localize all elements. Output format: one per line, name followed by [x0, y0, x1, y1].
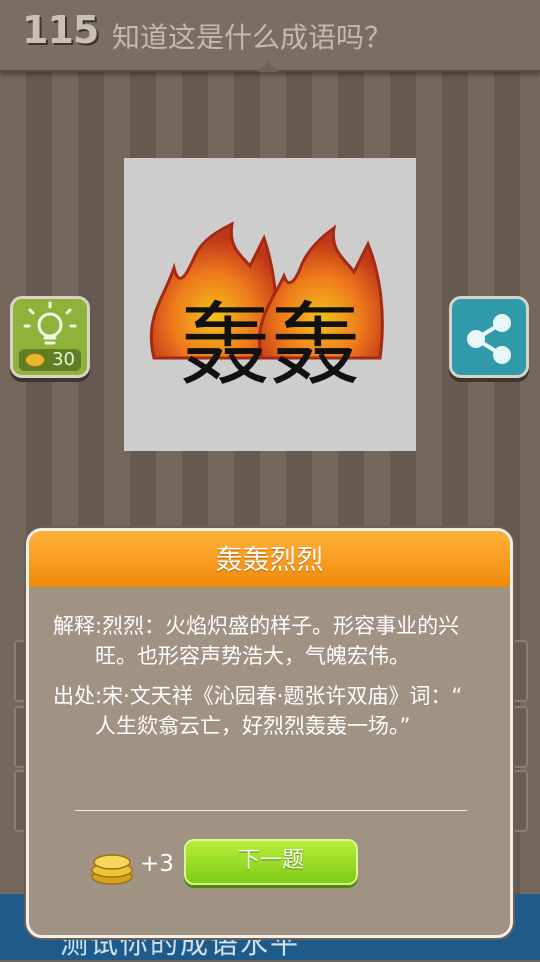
- question-title: 知道这是什么成语吗？: [112, 21, 393, 54]
- hint-cost-badge: 30: [19, 349, 81, 371]
- puzzle-image: 轰轰: [124, 158, 416, 451]
- explanation-line: 解释:烈烈：火焰炽盛的样子。形容事业的兴: [53, 614, 460, 638]
- fire-picture: 轰轰: [149, 221, 384, 398]
- share-icon: [467, 314, 511, 364]
- answer-dialog: 轰轰烈烈 解释:烈烈：火焰炽盛的样子。形容事业的兴 旺。也形容声势浩大，气魄宏伟…: [26, 528, 513, 938]
- coins-icon: [91, 854, 133, 885]
- explanation: 解释:烈烈：火焰炽盛的样子。形容事业的兴 旺。也形容声势浩大，气魄宏伟。: [53, 611, 493, 671]
- source-quote: 出处:宋·文天祥《沁园春·题张许双庙》词：“ 人生欻翕云亡，好烈烈轰轰一场。”: [53, 681, 493, 741]
- hint-cost-value: 30: [52, 349, 75, 370]
- coin-icon: [25, 353, 45, 367]
- level-number: 115: [22, 8, 99, 52]
- divider: [75, 810, 467, 811]
- hint-button[interactable]: 30: [10, 296, 90, 378]
- share-button[interactable]: [449, 296, 529, 378]
- explanation-line: 旺。也形容声势浩大，气魄宏伟。: [53, 644, 410, 668]
- source-line: 出处:宋·文天祥《沁园春·题张许双庙》词：“: [53, 684, 463, 708]
- next-question-button[interactable]: 下一题: [184, 839, 358, 885]
- reward-amount: +3: [140, 851, 174, 877]
- header-notch: [258, 62, 278, 72]
- puzzle-characters: 轰轰: [180, 293, 360, 398]
- source-line: 人生欻翕云亡，好烈烈轰轰一场。”: [53, 714, 411, 738]
- dialog-title: 轰轰烈烈: [29, 531, 510, 587]
